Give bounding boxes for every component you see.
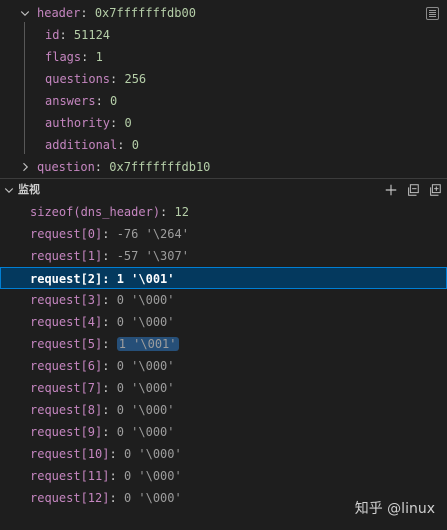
watch-item[interactable]: request[3]: 0 '\000' [0,289,447,311]
watch-value: 0 '\000' [116,425,175,439]
variable-value: 51124 [73,28,111,42]
watch-value: 0 '\000' [116,359,175,373]
variable-value: 0 [131,138,139,152]
watch-value: 0 '\000' [116,293,175,307]
watch-item[interactable]: request[9]: 0 '\000' [0,421,447,443]
variable-value: 256 [124,72,147,86]
watch-item[interactable]: request[0]: -76 '\264' [0,223,447,245]
watch-item[interactable]: sizeof(dns_header): 12 [0,201,447,223]
watch-value: 0 '\000' [116,381,175,395]
variable-name: additional [45,138,118,152]
variable-row-header[interactable]: header: 0x7fffffffdb00 [0,2,447,24]
watch-expression: request[12] [30,491,110,505]
watch-value: 0 '\000' [123,447,182,461]
watch-expression: request[1] [30,249,103,263]
watch-panel-title: 监视 [18,183,40,196]
variable-row-question[interactable]: question: 0x7fffffffdb10 [0,156,447,178]
variable-value: 0x7fffffffdb10 [109,160,211,174]
watch-expression: request[0] [30,227,103,241]
watch-value: 12 [174,205,189,219]
watch-expression: request[5] [30,337,103,351]
watch-panel-header[interactable]: 监视 [0,178,447,200]
variable-name: header [37,6,81,20]
variable-name: id [45,28,60,42]
watch-expression: sizeof(dns_header) [30,205,161,219]
sticky-scroll-icon[interactable] [426,7,439,20]
watch-item[interactable]: request[6]: 0 '\000' [0,355,447,377]
watch-expression: request[3] [30,293,103,307]
watch-expression: request[4] [30,315,103,329]
variable-name: answers [45,94,96,108]
watch-expression: request[9] [30,425,103,439]
variable-value: 1 [95,50,103,64]
variable-row-authority[interactable]: authority: 0 [0,112,447,134]
watch-value: 0 '\000' [123,469,182,483]
watch-expression: request[2] [30,272,103,286]
watch-value-changed: 1 '\001' [116,337,179,351]
watch-item[interactable]: request[1]: -57 '\307' [0,245,447,267]
chevron-down-icon[interactable] [2,179,16,200]
variable-name: flags [45,50,82,64]
watch-item-selected[interactable]: request[2]: 1 '\001' [0,267,447,289]
watch-panel-actions [383,179,447,200]
watch-expression: request[11] [30,469,110,483]
collapse-all-icon[interactable] [405,182,421,198]
variable-row-answers[interactable]: answers: 0 [0,90,447,112]
watch-expression: request[6] [30,359,103,373]
watch-value: -57 '\307' [116,249,189,263]
watch-item[interactable]: request[7]: 0 '\000' [0,377,447,399]
variable-row-flags[interactable]: flags: 1 [0,46,447,68]
watch-expression: request[10] [30,447,110,461]
watch-item[interactable]: request[11]: 0 '\000' [0,465,447,487]
watch-value: -76 '\264' [116,227,189,241]
variable-value: 0 [124,116,132,130]
watch-expression: request[8] [30,403,103,417]
add-icon[interactable] [383,182,399,198]
watch-value: 1 '\001' [116,272,175,286]
watch-item[interactable]: request[8]: 0 '\000' [0,399,447,421]
variable-name: question [37,160,95,174]
watermark: 知乎 @linux [354,501,435,517]
chevron-right-icon[interactable] [18,156,32,178]
watch-item[interactable]: request[4]: 0 '\000' [0,311,447,333]
variable-name: authority [45,116,111,130]
watch-value: 0 '\000' [116,315,175,329]
variable-row-additional[interactable]: additional: 0 [0,134,447,156]
variable-value: 0x7fffffffdb00 [94,6,196,20]
variable-row-id[interactable]: id: 51124 [0,24,447,46]
watch-item[interactable]: request[5]: 1 '\001' [0,333,447,355]
variable-value: 0 [110,94,118,108]
chevron-down-icon[interactable] [18,2,32,24]
expand-all-icon[interactable] [427,182,443,198]
variable-row-questions[interactable]: questions: 256 [0,68,447,90]
variable-name: questions [45,72,111,86]
watch-item[interactable]: request[10]: 0 '\000' [0,443,447,465]
watch-expression: request[7] [30,381,103,395]
watch-value: 0 '\000' [116,403,175,417]
watch-value: 0 '\000' [123,491,182,505]
